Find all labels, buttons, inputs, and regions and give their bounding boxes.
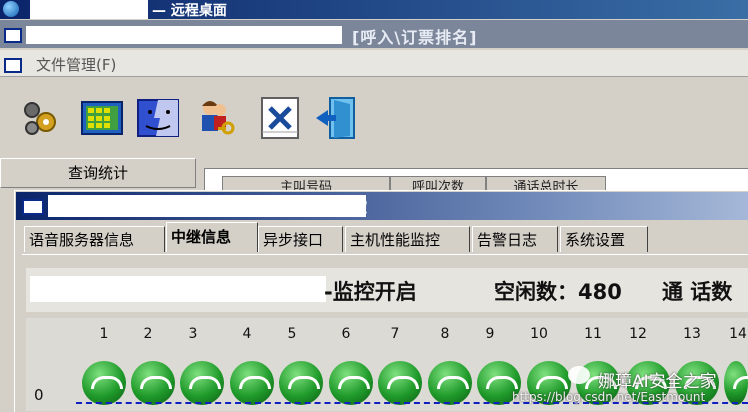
window-icon: [22, 199, 44, 215]
remote-desktop-titlebar: — 远程桌面: [0, 0, 748, 19]
tab-trunk-info[interactable]: 中继信息: [166, 222, 258, 252]
phone-icon[interactable]: [724, 361, 748, 405]
gears-icon[interactable]: [18, 96, 62, 140]
channel-number: 10: [530, 326, 548, 342]
window-icon: [4, 58, 22, 73]
channel-number: 2: [143, 326, 153, 342]
idle-count: 空闲数：480: [494, 280, 622, 304]
channel-number: 3: [188, 326, 198, 342]
channel-number: 5: [287, 326, 297, 342]
watermark-url: https://blog.csdn.net/Eastmount: [512, 390, 706, 404]
watermark-brand: 娜璋AI安全之家: [598, 372, 717, 392]
phone-icon[interactable]: [378, 361, 422, 405]
query-stats-tab[interactable]: 查询统计: [0, 158, 196, 188]
phone-icon[interactable]: [230, 361, 274, 405]
redacted-region: [30, 276, 326, 302]
monitor-status: -监控开启: [324, 280, 417, 304]
channel-number: 4: [242, 326, 252, 342]
phone-icon[interactable]: [329, 361, 373, 405]
tab-host-perf[interactable]: 主机性能监控: [345, 226, 470, 252]
menu-file[interactable]: 文件管理(F): [36, 54, 116, 75]
tab-alarm-log[interactable]: 告警日志: [472, 226, 558, 252]
window-icon: [4, 28, 22, 43]
phone-icon[interactable]: [180, 361, 224, 405]
row-label: 0: [34, 386, 44, 404]
app-titlebar: [呼入\订票排名]: [0, 20, 748, 48]
redacted-region: [26, 26, 342, 44]
users-key-icon[interactable]: [194, 96, 238, 140]
tab-async-interface[interactable]: 异步接口: [258, 226, 343, 252]
phone-icon[interactable]: [279, 361, 323, 405]
phone-icon[interactable]: [428, 361, 472, 405]
calculator-icon[interactable]: [80, 96, 124, 140]
menu-bar: 文件管理(F): [0, 50, 748, 77]
globe-icon: [3, 1, 19, 17]
channel-number: 9: [485, 326, 495, 342]
wechat-icon: [568, 366, 590, 384]
redacted-region: [30, 0, 148, 19]
excel-icon[interactable]: [258, 96, 302, 140]
channel-number: 1: [99, 326, 109, 342]
finder-icon[interactable]: [136, 96, 180, 140]
channel-number: 13: [683, 326, 701, 342]
channel-number: 7: [390, 326, 400, 342]
tab-voice-server[interactable]: 语音服务器信息: [24, 226, 165, 252]
phone-icon[interactable]: [131, 361, 175, 405]
channel-number: 8: [440, 326, 450, 342]
monitor-window-title: 控: [352, 198, 368, 216]
calling-count: 通 话数: [662, 280, 733, 304]
channel-number: 11: [584, 326, 602, 342]
tab-system-settings[interactable]: 系统设置: [560, 226, 648, 252]
remote-title-text: — 远程桌面: [152, 3, 227, 19]
channel-number: 6: [341, 326, 351, 342]
redacted-region: [48, 195, 366, 217]
monitor-window-titlebar: 控: [16, 192, 748, 220]
window-bar-title: [呼入\订票排名]: [352, 28, 478, 47]
channel-number: 14: [729, 326, 747, 342]
phone-icon[interactable]: [82, 361, 126, 405]
channel-number: 12: [629, 326, 647, 342]
exit-door-icon[interactable]: [314, 96, 358, 140]
